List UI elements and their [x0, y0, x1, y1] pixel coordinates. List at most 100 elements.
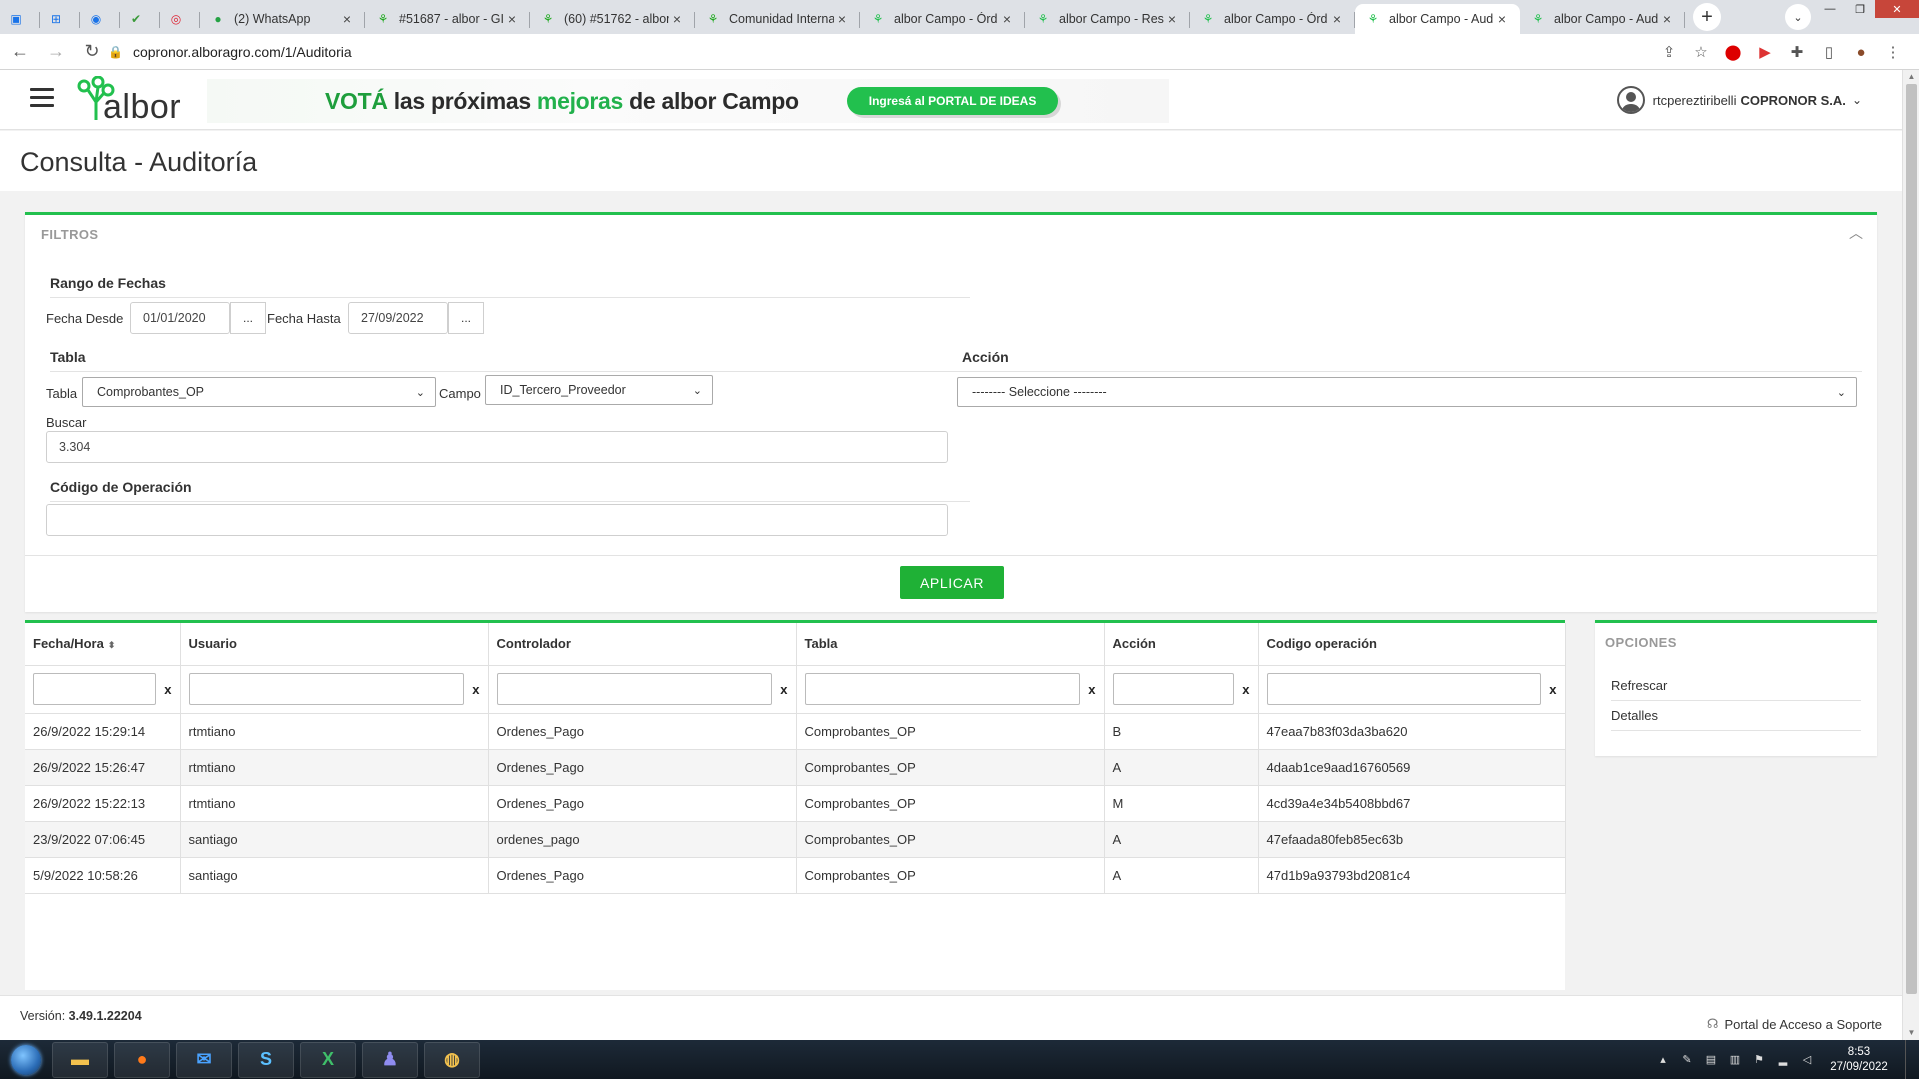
close-tab-icon[interactable]: × [1164, 11, 1180, 27]
tab-pinned-3[interactable]: ◉ [80, 4, 120, 34]
option-detalles[interactable]: Detalles [1611, 708, 1861, 731]
browser-menu-icon[interactable]: ⋮ [1877, 38, 1909, 66]
start-button[interactable] [6, 1042, 46, 1078]
hamburger-menu-icon[interactable] [30, 88, 54, 108]
filter-tabla-input[interactable] [804, 673, 1080, 705]
filter-accion-input[interactable] [1112, 673, 1234, 705]
portal-ideas-button[interactable]: Ingresá al PORTAL DE IDEAS [846, 87, 1059, 115]
table-row[interactable]: 26/9/2022 15:26:47 rtmtiano Ordenes_Pago Co… [25, 749, 1566, 786]
tab-search-chevron-icon[interactable]: ⌄ [1785, 4, 1811, 30]
opera-extension-icon[interactable]: ⬤ [1717, 38, 1749, 66]
flag-icon[interactable]: ⚑ [1749, 1050, 1769, 1070]
tab-albor-campo-aud[interactable]: ⚘ albor Campo - Aud × [1520, 4, 1685, 34]
tab-pinned-2[interactable]: ⊞ [40, 4, 80, 34]
tab-albor-campo-ord-2[interactable]: ⚘ albor Campo - Órd × [1190, 4, 1355, 34]
chevron-up-collapse-icon[interactable]: ︿ [1849, 223, 1863, 243]
show-desktop-button[interactable] [1905, 1040, 1919, 1079]
col-header-fecha-hora[interactable]: Fecha/Hora ⬍ [25, 623, 181, 666]
close-tab-icon[interactable]: × [1329, 11, 1345, 27]
close-tab-icon[interactable]: × [1494, 11, 1510, 27]
clear-filter-icon[interactable]: x [1080, 682, 1095, 697]
close-tab-icon[interactable]: × [999, 11, 1015, 27]
tab-albor-51687[interactable]: ⚘ #51687 - albor - GI × [365, 4, 530, 34]
restore-icon[interactable]: ❐ [1845, 0, 1875, 18]
close-tab-icon[interactable]: × [834, 11, 850, 27]
col-header-controlador[interactable]: Controlador [488, 623, 797, 666]
system-clock[interactable]: 8:53 27/09/2022 [1819, 1045, 1899, 1075]
tab-pinned-4[interactable]: ✔ [120, 4, 160, 34]
table-row[interactable]: 5/9/2022 10:58:26 santiago Ordenes_Pago Com… [25, 857, 1566, 894]
col-header-codigo-operacion[interactable]: Codigo operación [1258, 623, 1566, 666]
media-extension-icon[interactable]: ▶ [1749, 38, 1781, 66]
tab-pinned-1[interactable]: ▣ [0, 4, 40, 34]
back-arrow-icon[interactable]: ← [4, 36, 36, 68]
profile-avatar-icon[interactable]: ● [1845, 38, 1877, 66]
extensions-puzzle-icon[interactable]: ✚ [1781, 38, 1813, 66]
new-tab-button[interactable]: + [1693, 3, 1721, 31]
date-from-input[interactable]: 01/01/2020 [130, 302, 230, 334]
skype-icon[interactable]: S [238, 1041, 294, 1078]
outlook-icon[interactable]: ✉ [176, 1041, 232, 1078]
volume-icon[interactable]: ◁ [1797, 1050, 1817, 1070]
close-tab-icon[interactable]: × [1659, 11, 1675, 27]
table-row[interactable]: 26/9/2022 15:22:13 rtmtiano Ordenes_Pago Co… [25, 785, 1566, 822]
col-header-accion[interactable]: Acción [1104, 623, 1259, 666]
search-input[interactable]: 3.304 [46, 431, 948, 463]
operation-code-input[interactable] [46, 504, 948, 536]
clear-filter-icon[interactable]: x [772, 682, 787, 697]
option-refrescar[interactable]: Refrescar [1611, 678, 1861, 701]
tab-pinned-5[interactable]: ◎ [160, 4, 200, 34]
filter-codigo-input[interactable] [1266, 673, 1541, 705]
tab-comunidad[interactable]: ⚘ Comunidad Interna × [695, 4, 860, 34]
explorer-folder-icon[interactable]: ▬ [52, 1041, 108, 1078]
date-from-picker-button[interactable]: ... [230, 302, 266, 334]
scroll-down-icon[interactable]: ▼ [1903, 1026, 1919, 1040]
filters-header[interactable]: FILTROS [41, 227, 98, 242]
albor-logo[interactable]: albor [76, 75, 196, 126]
clear-filter-icon[interactable]: x [156, 682, 171, 697]
table-row[interactable]: 26/9/2022 15:29:14 rtmtiano Ordenes_Pago Co… [25, 713, 1566, 750]
date-to-picker-button[interactable]: ... [448, 302, 484, 334]
page-scrollbar[interactable]: ▲ ▼ [1902, 70, 1919, 1040]
share-icon[interactable]: ⇪ [1653, 38, 1685, 66]
ideas-banner[interactable]: VOTÁ las próximas mejoras de albor Campo… [207, 79, 1169, 123]
scroll-up-icon[interactable]: ▲ [1903, 70, 1919, 84]
close-tab-icon[interactable]: × [669, 11, 685, 27]
window-close-icon[interactable]: ✕ [1875, 0, 1919, 18]
field-select[interactable]: ID_Tercero_Proveedor ⌄ [485, 375, 713, 405]
tab-albor-campo-res[interactable]: ⚘ albor Campo - Res × [1025, 4, 1190, 34]
col-header-usuario[interactable]: Usuario [180, 623, 489, 666]
address-bar[interactable]: 🔒 copronor.alboragro.com/1/Auditoria [108, 38, 1708, 66]
reload-icon[interactable]: ↻ [76, 36, 108, 68]
chrome-icon[interactable]: ◍ [424, 1041, 480, 1078]
scrollbar-thumb[interactable] [1906, 84, 1917, 994]
clear-filter-icon[interactable]: x [1541, 682, 1556, 697]
pen-icon[interactable]: ✎ [1677, 1050, 1697, 1070]
close-tab-icon[interactable]: × [339, 11, 355, 27]
sidepanel-icon[interactable]: ▯ [1813, 38, 1845, 66]
user-menu[interactable]: rtcpereztiribelli COPRONOR S.A. ⌄ [1616, 86, 1862, 114]
excel-icon[interactable]: X [300, 1041, 356, 1078]
network-icon[interactable]: ▥ [1725, 1050, 1745, 1070]
tab-albor-51762[interactable]: ⚘ (60) #51762 - albor × [530, 4, 695, 34]
apply-button[interactable]: APLICAR [900, 566, 1004, 599]
tray-app-icon[interactable]: ▤ [1701, 1050, 1721, 1070]
close-tab-icon[interactable]: × [504, 11, 520, 27]
signal-icon[interactable]: ▂ [1773, 1050, 1793, 1070]
tray-expand-icon[interactable]: ▴ [1653, 1050, 1673, 1070]
table-row[interactable]: 23/9/2022 07:06:45 santiago ordenes_pago Co… [25, 821, 1566, 858]
col-header-tabla[interactable]: Tabla [796, 623, 1105, 666]
teams-icon[interactable]: ♟ [362, 1041, 418, 1078]
filter-controlador-input[interactable] [496, 673, 772, 705]
star-bookmark-icon[interactable]: ☆ [1685, 38, 1717, 66]
table-select[interactable]: Comprobantes_OP ⌄ [82, 377, 436, 407]
action-select[interactable]: -------- Seleccione -------- ⌄ [957, 377, 1857, 407]
tab-albor-campo-aud-active[interactable]: ⚘ albor Campo - Aud × [1355, 4, 1520, 34]
firefox-icon[interactable]: ● [114, 1041, 170, 1078]
minimize-icon[interactable]: — [1815, 0, 1845, 18]
date-to-input[interactable]: 27/09/2022 [348, 302, 448, 334]
filter-fecha-input[interactable] [33, 673, 156, 705]
filter-usuario-input[interactable] [188, 673, 464, 705]
forward-arrow-icon[interactable]: → [40, 36, 72, 68]
support-portal-link[interactable]: ☊ Portal de Acceso a Soporte [1707, 1016, 1882, 1032]
